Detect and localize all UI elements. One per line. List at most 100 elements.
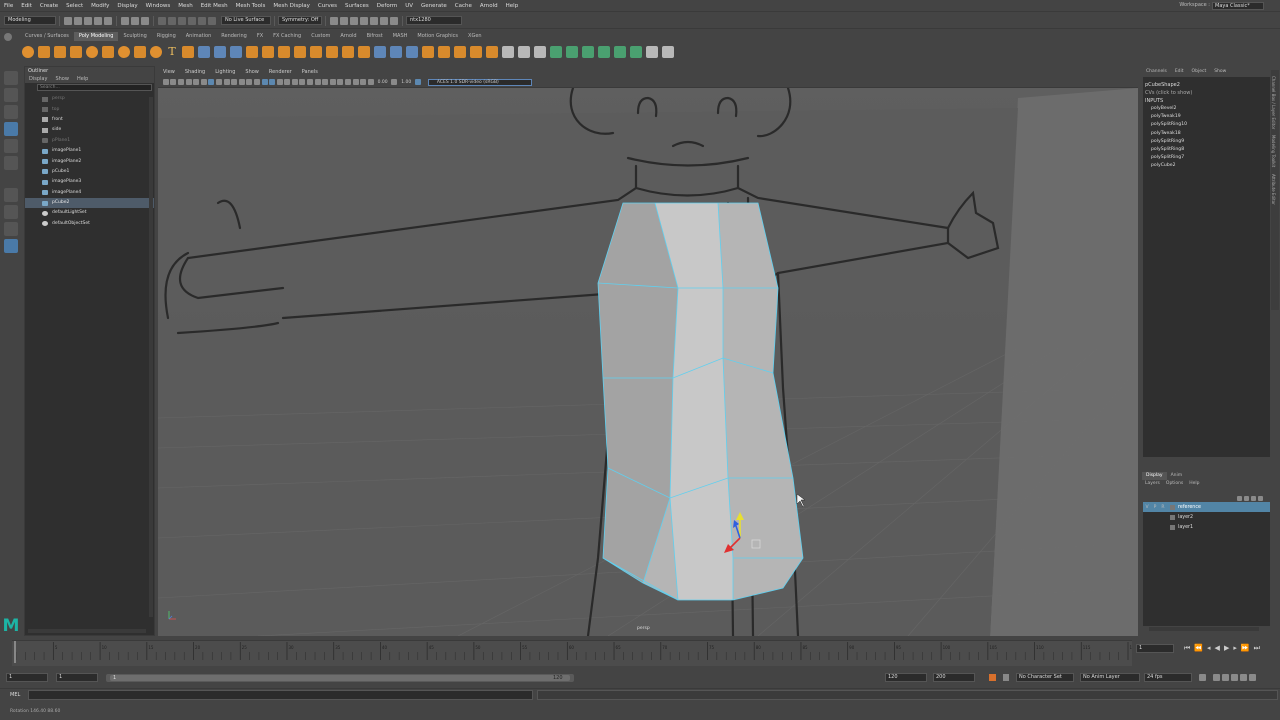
side-tab-attribute-editor[interactable]: Attribute Editor <box>1271 174 1276 205</box>
shelf-tab-arnold[interactable]: Arnold <box>335 32 361 41</box>
cut-uv-icon[interactable] <box>598 46 610 58</box>
input-node[interactable]: polySplitRing8 <box>1143 146 1270 154</box>
super-shape-icon[interactable] <box>150 46 162 58</box>
four-view-layout-icon[interactable] <box>4 205 18 219</box>
outliner-item[interactable]: imagePlane1 <box>25 146 154 156</box>
shelf-gear-icon[interactable] <box>4 33 12 41</box>
menu-generate[interactable]: Generate <box>417 0 451 12</box>
bookmarks-icon[interactable] <box>177 79 184 85</box>
combine-icon[interactable] <box>198 46 210 58</box>
separate-icon[interactable] <box>214 46 226 58</box>
menu-mesh[interactable]: Mesh <box>174 0 196 12</box>
viewport-menu-lighting[interactable]: Lighting <box>210 68 240 77</box>
cache-icon[interactable] <box>1222 674 1229 681</box>
menu-deform[interactable]: Deform <box>373 0 401 12</box>
outliner-item[interactable]: pPlane1 <box>25 136 154 146</box>
key-icon[interactable] <box>1003 674 1009 681</box>
motion-blur-icon[interactable] <box>314 79 321 85</box>
ambient-occlusion-icon[interactable] <box>307 79 314 85</box>
animation-prefs-icon[interactable] <box>1249 674 1256 681</box>
outliner-menu-display[interactable]: Display <box>25 75 51 83</box>
outliner-layout-icon[interactable] <box>4 239 18 253</box>
save-scene-icon[interactable] <box>84 16 92 25</box>
shelf-tab-rendering[interactable]: Rendering <box>216 32 252 41</box>
snap-curve-icon[interactable] <box>168 16 176 25</box>
paint-select-tool-icon[interactable] <box>4 105 18 119</box>
poly-disc-icon[interactable] <box>118 46 130 58</box>
menu-windows[interactable]: Windows <box>142 0 175 12</box>
character-set-dropdown[interactable]: No Character Set <box>1016 673 1074 682</box>
poly-cone-icon[interactable] <box>70 46 82 58</box>
play-forwards-icon[interactable]: ▶ <box>1224 644 1229 653</box>
range-slider-handle[interactable] <box>110 675 570 681</box>
snap-surface-icon[interactable] <box>198 16 206 25</box>
color-management-icon[interactable] <box>415 79 422 85</box>
insert-edge-loop-icon[interactable] <box>438 46 450 58</box>
move-layer-down-icon[interactable] <box>1244 496 1249 501</box>
select-component-icon[interactable] <box>141 16 149 25</box>
layer-tab-anim[interactable]: Anim <box>1167 472 1187 480</box>
render-icon[interactable] <box>330 16 338 25</box>
wireframe-icon[interactable] <box>261 79 268 85</box>
quad-draw-icon[interactable] <box>406 46 418 58</box>
sew-uv-icon[interactable] <box>614 46 626 58</box>
new-scene-icon[interactable] <box>64 16 72 25</box>
textured-icon[interactable] <box>284 79 291 85</box>
outliner-item[interactable]: imagePlane2 <box>25 156 154 166</box>
image-plane-icon[interactable] <box>185 79 192 85</box>
gamma-value[interactable]: 1.00 <box>401 80 411 85</box>
bevel-icon[interactable] <box>294 46 306 58</box>
play-backwards-icon[interactable]: ◀ <box>1215 644 1220 653</box>
menu-arnold[interactable]: Arnold <box>476 0 502 12</box>
snap-point-icon[interactable] <box>178 16 186 25</box>
viewport-menu-renderer[interactable]: Renderer <box>264 68 297 77</box>
safe-title-icon[interactable] <box>253 79 260 85</box>
shelf-tab-motion-graphics[interactable]: Motion Graphics <box>412 32 463 41</box>
shelf-tab-animation[interactable]: Animation <box>181 32 217 41</box>
sound-icon[interactable] <box>1213 674 1220 681</box>
anti-aliasing-icon[interactable] <box>322 79 329 85</box>
hypershade-icon[interactable] <box>360 16 368 25</box>
outliner-item[interactable]: top <box>25 104 154 114</box>
menu-mesh-tools[interactable]: Mesh Tools <box>232 0 270 12</box>
select-hierarchy-icon[interactable] <box>121 16 129 25</box>
menu-create[interactable]: Create <box>36 0 62 12</box>
offset-edge-loop-icon[interactable] <box>454 46 466 58</box>
exposure-icon[interactable] <box>367 79 374 85</box>
layer-tab-display[interactable]: Display <box>1142 472 1167 480</box>
layer-menu-layers[interactable]: Layers <box>1142 480 1163 488</box>
gamma-icon[interactable] <box>391 79 398 85</box>
loop-icon[interactable] <box>1199 674 1206 681</box>
arnold-icon[interactable] <box>380 16 388 25</box>
automatic-uv-icon[interactable] <box>582 46 594 58</box>
reduce-icon[interactable] <box>470 46 482 58</box>
input-node[interactable]: polyTweak19 <box>1143 113 1270 121</box>
smooth-icon[interactable] <box>246 46 258 58</box>
layer-editor-scrollbar[interactable] <box>1149 627 1259 631</box>
shelf-tab-rigging[interactable]: Rigging <box>152 32 181 41</box>
playback-start-field[interactable]: 1 <box>56 673 98 682</box>
lasso-tool-icon[interactable] <box>4 88 18 102</box>
shelf-tab-custom[interactable]: Custom <box>306 32 335 41</box>
menu-uv[interactable]: UV <box>401 0 417 12</box>
current-time-indicator[interactable] <box>14 641 16 663</box>
step-forward-key-icon[interactable]: ⏩ <box>1241 644 1250 653</box>
field-chart-icon[interactable] <box>238 79 245 85</box>
auto-key-icon[interactable] <box>989 674 996 681</box>
select-camera-icon[interactable] <box>162 79 169 85</box>
shape-node-name[interactable]: pCubeShape2 <box>1143 81 1270 89</box>
go-to-end-icon[interactable]: ⏭ <box>1254 644 1260 653</box>
scale-tool-icon[interactable] <box>4 156 18 170</box>
rotate-tool-icon[interactable] <box>4 139 18 153</box>
shelf-tab-bifrost[interactable]: Bifrost <box>362 32 388 41</box>
exposure-value[interactable]: 0.00 <box>378 80 388 85</box>
grease-pencil-icon[interactable] <box>200 79 207 85</box>
step-back-key-icon[interactable]: ⏪ <box>1194 644 1203 653</box>
input-node[interactable]: polySplitRing7 <box>1143 154 1270 162</box>
2d-pan-zoom-icon[interactable] <box>193 79 200 85</box>
persp-outliner-layout-icon[interactable] <box>4 222 18 236</box>
move-layer-up-icon[interactable] <box>1237 496 1242 501</box>
wedge-icon[interactable] <box>534 46 546 58</box>
outliner-item[interactable]: defaultLightSet <box>25 208 154 218</box>
step-forward-frame-icon[interactable]: ▸ <box>1233 644 1237 653</box>
